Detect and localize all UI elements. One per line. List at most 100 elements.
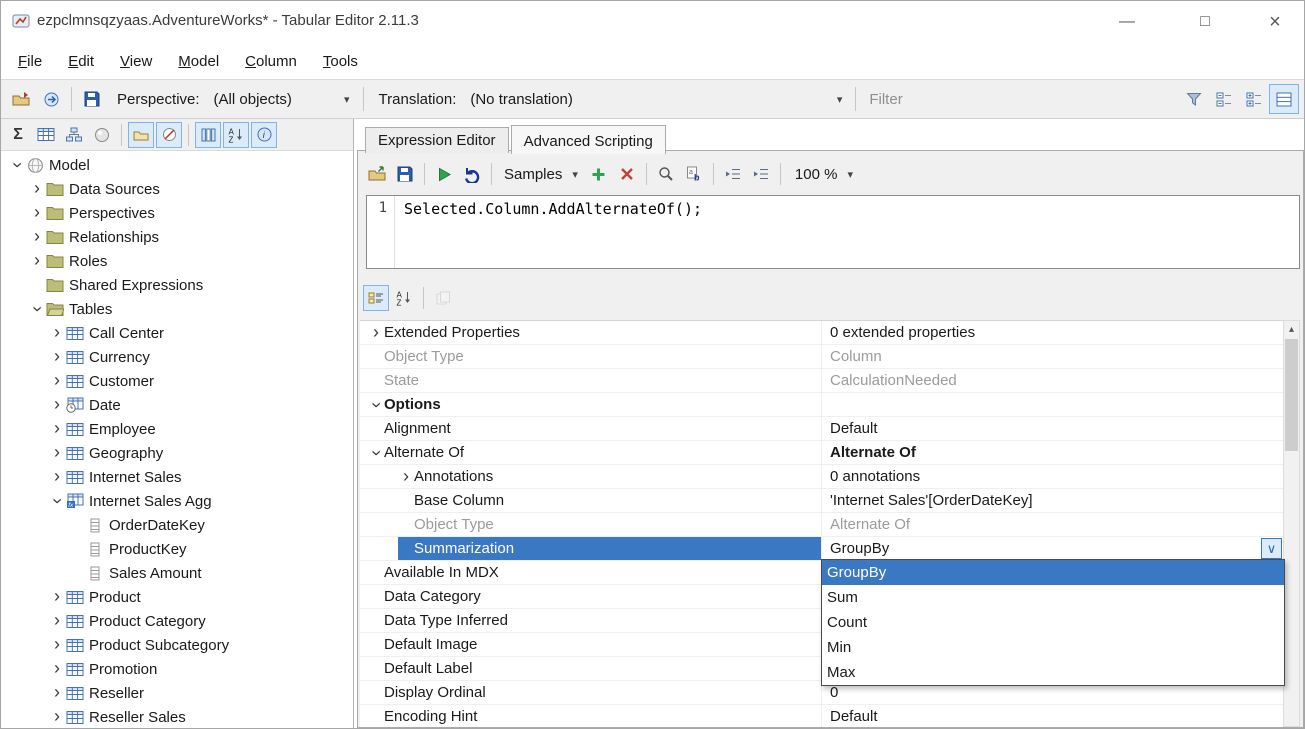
collapsed-chevron-icon[interactable]: › [398, 467, 414, 486]
property-row-encoding-hint[interactable]: Encoding Hint Default [360, 705, 1283, 727]
property-name[interactable]: Available In MDX [360, 561, 822, 584]
property-row-object-type[interactable]: Object Type Column [360, 345, 1283, 369]
property-name[interactable]: Default Label [360, 657, 822, 680]
tree-item-internet-sales-agg[interactable]: › fx Internet Sales Agg [1, 489, 353, 513]
tree-item-product-category[interactable]: › Product Category [1, 609, 353, 633]
property-value[interactable]: 'Internet Sales'[OrderDateKey] [822, 489, 1283, 512]
save-icon[interactable] [77, 84, 107, 114]
indent-icon[interactable] [748, 161, 774, 187]
property-name[interactable]: State [360, 369, 822, 392]
flat-list-icon[interactable] [1269, 84, 1299, 114]
expanded-chevron-icon[interactable]: › [367, 397, 387, 413]
menu-tools[interactable]: Tools [310, 45, 371, 78]
property-name[interactable]: › Alternate Of [360, 441, 822, 464]
collapsed-chevron-icon[interactable]: › [49, 659, 65, 678]
property-name[interactable]: › Options [360, 393, 822, 416]
tree-item-tables[interactable]: › Tables [1, 297, 353, 321]
expand-all-icon[interactable] [1239, 84, 1269, 114]
measures-filter-icon[interactable]: Σ [5, 122, 31, 148]
property-name[interactable]: Object Type [360, 513, 822, 536]
open-script-icon[interactable] [364, 161, 390, 187]
collapsed-chevron-icon[interactable]: › [49, 323, 65, 342]
hidden-objects-toggle-icon[interactable] [156, 121, 182, 148]
collapsed-chevron-icon[interactable]: › [49, 395, 65, 414]
property-value[interactable]: Alternate Of [822, 441, 1283, 464]
property-name[interactable]: › Annotations [360, 465, 822, 488]
collapsed-chevron-icon[interactable]: › [29, 203, 45, 222]
tree-item-shared-expressions[interactable]: Shared Expressions [1, 273, 353, 297]
tree-item-geography[interactable]: › Geography [1, 441, 353, 465]
property-value[interactable]: Column [822, 345, 1283, 368]
collapsed-chevron-icon[interactable]: › [49, 707, 65, 726]
dropdown-option-max[interactable]: Max [822, 660, 1284, 685]
collapsed-chevron-icon[interactable]: › [49, 371, 65, 390]
tree-item-internet-sales[interactable]: › Internet Sales [1, 465, 353, 489]
translation-select[interactable]: (No translation) ▾ [462, 87, 850, 112]
save-script-icon[interactable] [392, 161, 418, 187]
tree-item-sales-amount[interactable]: Sales Amount [1, 561, 353, 585]
expanded-chevron-icon[interactable]: › [28, 301, 48, 317]
tree-item-call-center[interactable]: › Call Center [1, 321, 353, 345]
property-row-extended-properties[interactable]: › Extended Properties 0 extended propertie… [360, 321, 1283, 345]
property-name[interactable]: Encoding Hint [360, 705, 822, 727]
property-row-alignment[interactable]: Alignment Default [360, 417, 1283, 441]
expanded-chevron-icon[interactable]: › [8, 157, 28, 173]
property-name[interactable]: Default Image [360, 633, 822, 656]
syntax-check-icon[interactable]: ab [681, 161, 707, 187]
tree-item-product-subcategory[interactable]: › Product Subcategory [1, 633, 353, 657]
tree-item-data-sources[interactable]: › Data Sources [1, 177, 353, 201]
tree-item-customer[interactable]: › Customer [1, 369, 353, 393]
tab-expression-editor[interactable]: Expression Editor [365, 127, 509, 153]
perspective-select[interactable]: (All objects) ▾ [206, 87, 358, 112]
zoom-select[interactable]: 100 % ▾ [787, 162, 861, 187]
tree-item-model[interactable]: › Model [1, 153, 353, 177]
summarization-combo-button[interactable]: ∨ [1261, 538, 1282, 559]
property-row-summarization[interactable]: Summarization GroupBy ∨ [360, 537, 1283, 561]
tree-item-orderdatekey[interactable]: OrderDateKey [1, 513, 353, 537]
expanded-chevron-icon[interactable]: › [48, 493, 68, 509]
collapsed-chevron-icon[interactable]: › [29, 227, 45, 246]
property-name[interactable]: Summarization [360, 537, 822, 560]
info-icon[interactable]: i [251, 121, 277, 148]
property-value[interactable]: CalculationNeeded [822, 369, 1283, 392]
sort-alphabetical-icon[interactable]: AZ [223, 121, 249, 148]
property-row-base-column[interactable]: Base Column 'Internet Sales'[OrderDateKey… [360, 489, 1283, 513]
delete-sample-icon[interactable] [614, 161, 640, 187]
collapsed-chevron-icon[interactable]: › [49, 419, 65, 438]
tree-item-roles[interactable]: › Roles [1, 249, 353, 273]
collapsed-chevron-icon[interactable]: › [49, 443, 65, 462]
property-value[interactable] [822, 393, 1283, 416]
property-row-object-type[interactable]: Object Type Alternate Of [360, 513, 1283, 537]
collapsed-chevron-icon[interactable]: › [29, 251, 45, 270]
property-grid-scrollbar[interactable]: ▴ [1283, 320, 1300, 727]
tree-item-reseller-sales[interactable]: › Reseller Sales [1, 705, 353, 728]
outdent-icon[interactable] [720, 161, 746, 187]
undo-icon[interactable] [459, 161, 485, 187]
property-name[interactable]: Data Type Inferred [360, 609, 822, 632]
tree-item-reseller[interactable]: › Reseller [1, 681, 353, 705]
find-icon[interactable] [653, 161, 679, 187]
property-name[interactable]: Object Type [360, 345, 822, 368]
scrollbar-thumb[interactable] [1285, 339, 1298, 451]
tab-advanced-scripting[interactable]: Advanced Scripting [510, 125, 666, 154]
property-value[interactable]: 0 annotations [822, 465, 1283, 488]
dropdown-option-groupby[interactable]: GroupBy [822, 560, 1284, 585]
property-name[interactable]: › Extended Properties [360, 321, 822, 344]
tree-item-promotion[interactable]: › Promotion [1, 657, 353, 681]
hierarchies-filter-icon[interactable] [61, 122, 87, 148]
minimize-button[interactable]: — [1099, 1, 1155, 43]
filter-icon[interactable] [1179, 84, 1209, 114]
property-name[interactable]: Data Category [360, 585, 822, 608]
collapse-all-icon[interactable] [1209, 84, 1239, 114]
menu-file[interactable]: File [5, 45, 55, 78]
deploy-icon[interactable] [36, 84, 66, 114]
property-value[interactable]: Alternate Of [822, 513, 1283, 536]
menu-view[interactable]: View [107, 45, 165, 78]
close-button[interactable]: × [1247, 1, 1303, 43]
dropdown-option-count[interactable]: Count [822, 610, 1284, 635]
object-columns-icon[interactable] [195, 121, 221, 148]
menu-model[interactable]: Model [165, 45, 232, 78]
property-value[interactable]: Default [822, 417, 1283, 440]
property-row-state[interactable]: State CalculationNeeded [360, 369, 1283, 393]
import-model-icon[interactable] [6, 84, 36, 114]
